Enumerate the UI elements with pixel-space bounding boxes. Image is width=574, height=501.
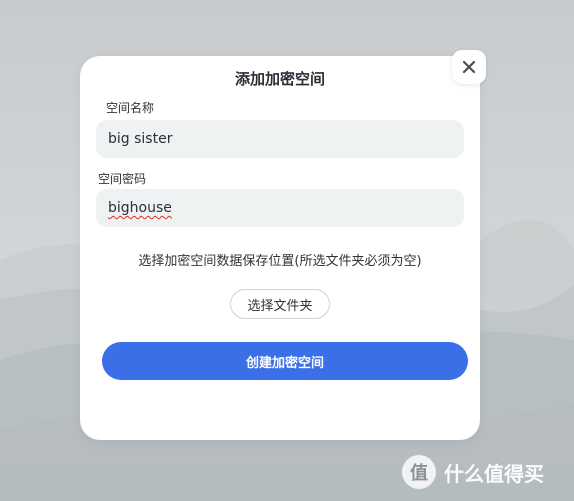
create-encrypted-space-button[interactable]: 创建加密空间 [102,342,468,380]
space-password-field[interactable]: bighouse [96,189,464,227]
space-password-value: bighouse [108,200,172,216]
save-location-hint: 选择加密空间数据保存位置(所选文件夹必须为空) [138,254,422,269]
space-name-field[interactable]: big sister [96,120,464,158]
watermark-logo-icon: 值 [402,455,436,489]
choose-folder-button[interactable]: 选择文件夹 [230,289,330,319]
space-name-label: 空间名称 [106,101,155,115]
watermark-text: 什么值得买 [444,461,544,486]
dialog-title: 添加加密空间 [234,70,325,88]
site-watermark: 值 什么值得买 [402,455,544,489]
close-button[interactable] [452,50,486,84]
space-password-label: 空间密码 [98,172,147,186]
space-name-value: big sister [108,131,173,147]
add-encrypted-space-dialog: 添加加密空间 空间名称 big sister 空间密码 bighouse 选择加… [80,56,480,440]
close-icon [462,60,476,74]
